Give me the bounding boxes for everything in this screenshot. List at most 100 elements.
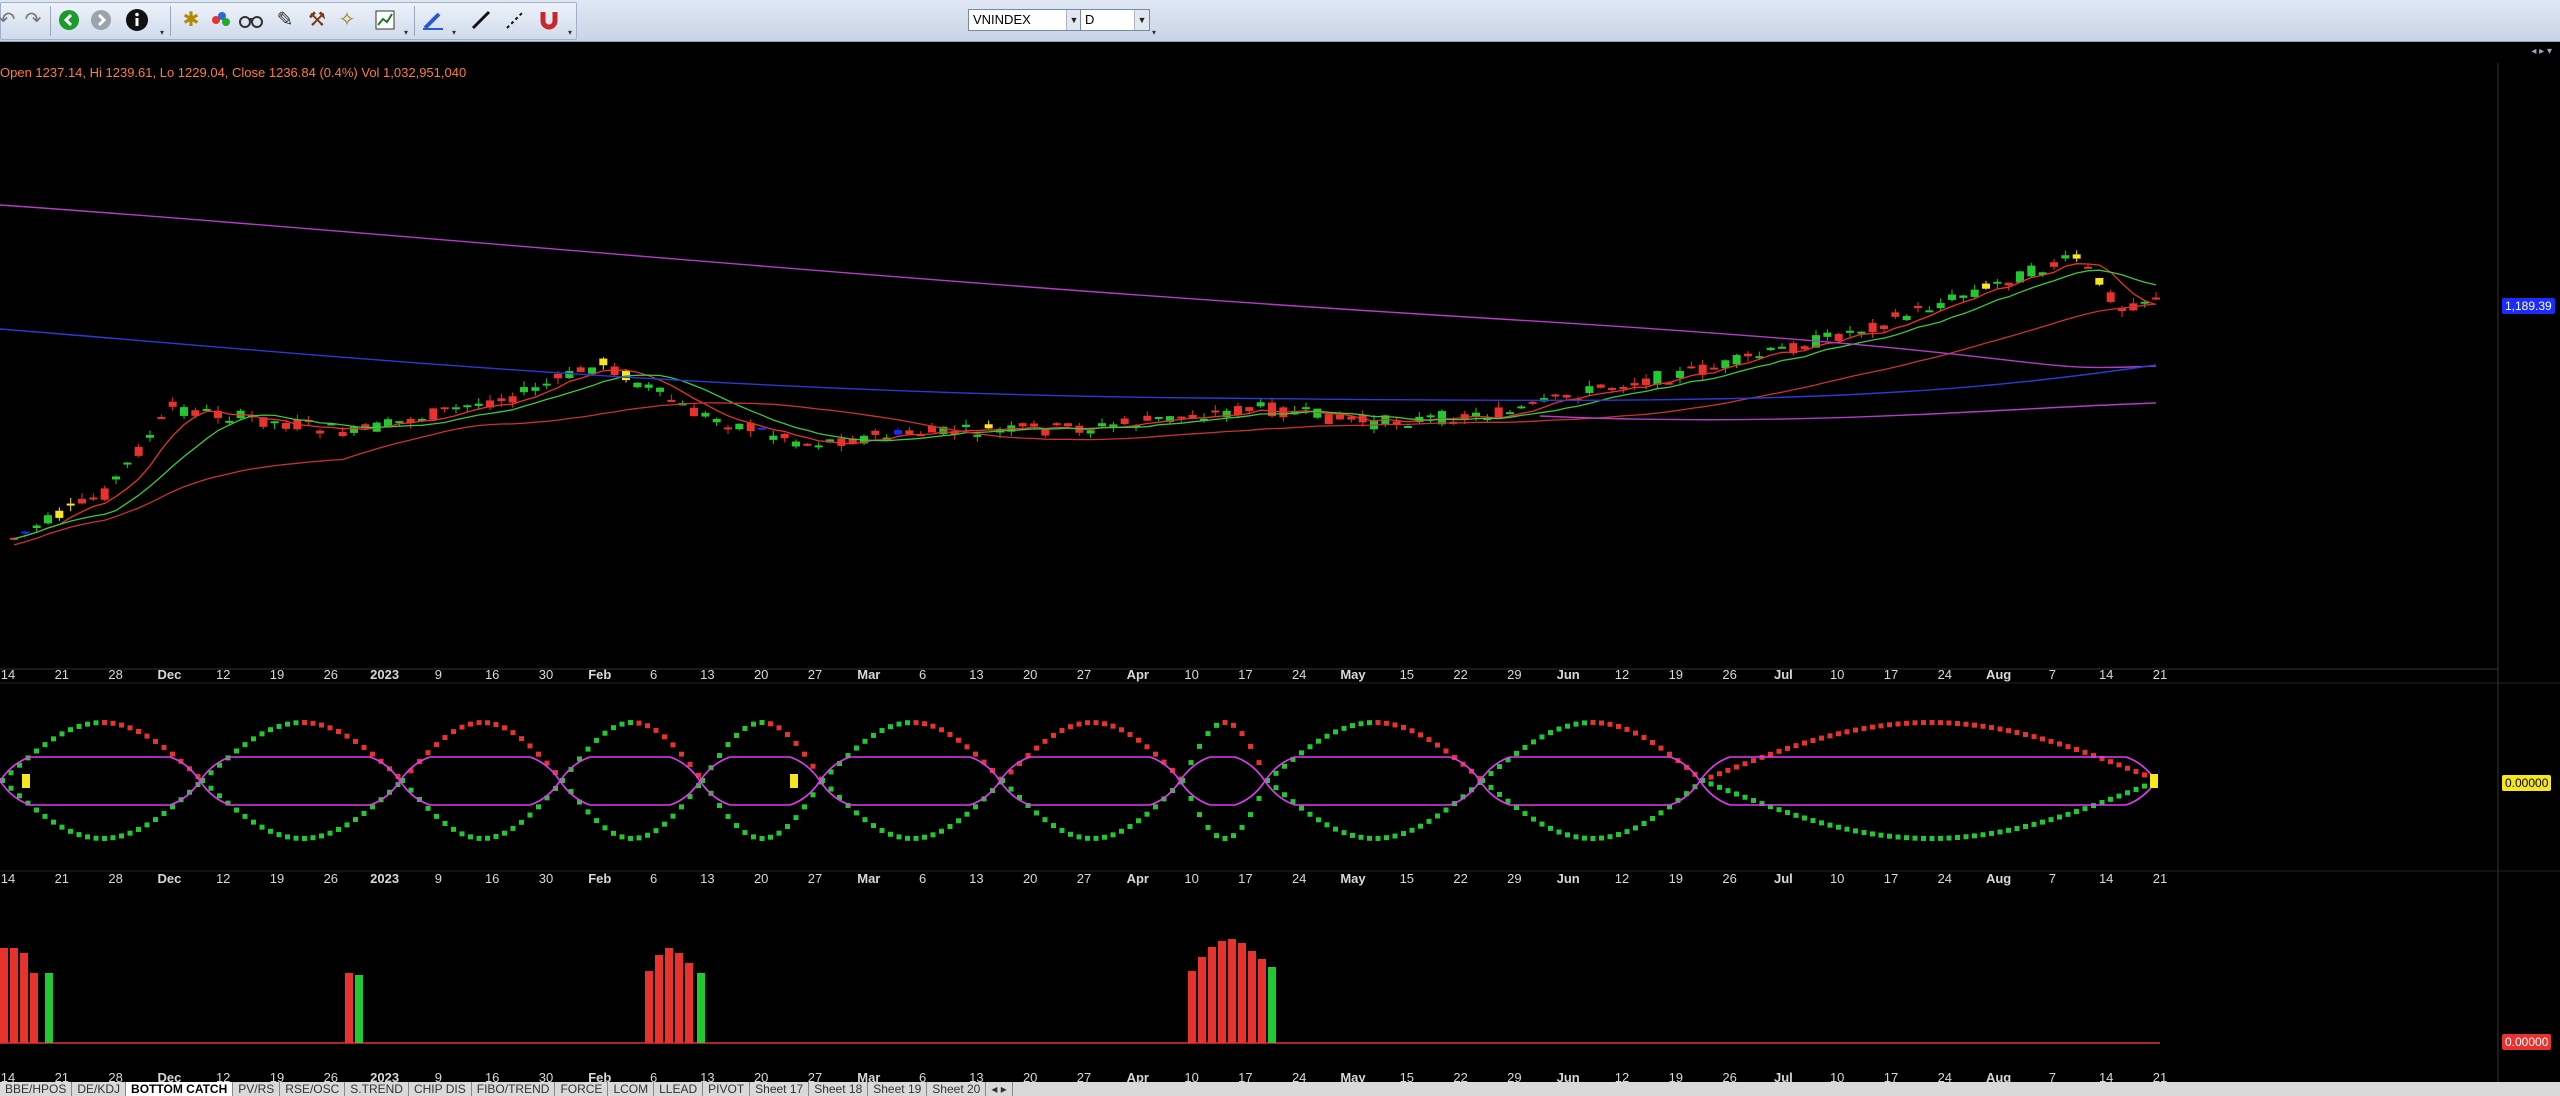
candle xyxy=(1868,322,1877,333)
chevron-down-icon[interactable]: ▼ xyxy=(1134,10,1149,30)
line-icon[interactable] xyxy=(468,7,494,33)
osc-dot-upper xyxy=(1658,745,1664,751)
osc-dot-upper xyxy=(611,725,616,731)
osc-dot-upper xyxy=(451,729,456,735)
candle xyxy=(712,418,721,423)
candle xyxy=(66,503,75,506)
osc-dot-lower xyxy=(793,815,799,821)
tab-de-kdj[interactable]: DE/KDJ xyxy=(72,1082,127,1096)
osc-dot-lower xyxy=(1972,833,1977,839)
candle xyxy=(1211,410,1220,413)
osc-dot-upper xyxy=(1650,740,1655,746)
tab-sheet-17[interactable]: Sheet 17 xyxy=(750,1082,810,1096)
tab-scroll-icon[interactable]: ◂ ▸ xyxy=(986,1082,1013,1096)
candle xyxy=(1732,355,1741,365)
osc-dot-lower xyxy=(2023,824,2028,830)
redo-icon[interactable]: ↷ xyxy=(20,7,46,33)
tab-bbe-hpos[interactable]: BBE/HPOS xyxy=(0,1082,73,1096)
osc-dot-lower xyxy=(451,826,456,832)
back-icon[interactable] xyxy=(56,7,82,33)
tab-force[interactable]: FORCE xyxy=(555,1082,609,1096)
osc-dot-lower xyxy=(2048,817,2054,823)
magnet-caret-icon[interactable]: ▾ xyxy=(568,28,572,37)
tab-s-trend[interactable]: S.TREND xyxy=(345,1082,409,1096)
osc-dot-upper xyxy=(1068,724,1073,730)
osc-dot-upper xyxy=(1531,739,1536,745)
tab-sheet-18[interactable]: Sheet 18 xyxy=(809,1082,869,1096)
osc-dot-upper xyxy=(310,720,316,726)
chart-icon[interactable] xyxy=(372,7,398,33)
osc-dot-lower xyxy=(434,813,439,819)
dash-icon[interactable] xyxy=(502,7,528,33)
osc-dot-lower xyxy=(1785,810,1790,816)
osc-dot-upper xyxy=(327,725,333,731)
candle xyxy=(429,408,438,420)
pen-icon[interactable] xyxy=(420,7,446,33)
osc-dot-upper xyxy=(725,742,731,748)
osc-dot-upper xyxy=(913,720,919,726)
tab-pivot[interactable]: PIVOT xyxy=(703,1082,751,1096)
candle xyxy=(701,412,710,417)
osc-dot-lower xyxy=(1590,835,1596,841)
osc-dot-upper xyxy=(34,748,39,754)
tab-pv-rs[interactable]: PV/RS xyxy=(233,1082,281,1096)
tab-bottom-catch[interactable]: BOTTOM CATCH xyxy=(126,1082,234,1096)
window-scroll-controls[interactable]: ◂ ▸ ▾ xyxy=(2531,46,2552,57)
period-caret-icon[interactable]: ▾ xyxy=(1152,28,1156,37)
chart-caret-icon[interactable]: ▾ xyxy=(404,28,408,37)
osc-dot-lower xyxy=(1076,834,1082,840)
tab-rse-osc[interactable]: RSE/OSC xyxy=(280,1082,346,1096)
osc-dot-lower xyxy=(1401,831,1406,837)
osc-dot-lower xyxy=(468,834,473,840)
hammer-icon[interactable]: ⚒ xyxy=(304,7,330,33)
candle xyxy=(1676,370,1684,379)
axis-tick-label: 22 xyxy=(1453,871,1467,886)
wand-icon[interactable]: ✧ xyxy=(334,7,360,33)
osc-band-upper xyxy=(0,756,2157,783)
osc-dot-lower xyxy=(1324,822,1330,828)
info-caret-icon[interactable]: ▾ xyxy=(160,28,164,37)
chevron-down-icon[interactable]: ▼ xyxy=(1066,10,1081,30)
tab-lcom[interactable]: LCOM xyxy=(608,1082,655,1096)
osc-dot-upper xyxy=(619,721,625,727)
osc-dot-lower xyxy=(1751,797,1756,803)
osc-dot-lower xyxy=(1989,830,1994,836)
chart-canvas[interactable]: 14 21 28 Dec 12 19 26 2023 9 16 30 Feb 6 13 20 27 Mar 6 13… xyxy=(0,63,2560,1085)
osc-dot-upper xyxy=(662,734,667,740)
tab-fibo-trend[interactable]: FIBO/TREND xyxy=(472,1082,556,1096)
ma-short-line xyxy=(13,269,2157,540)
magnet-icon[interactable] xyxy=(536,7,562,33)
osc-dot-upper xyxy=(1426,737,1432,743)
undo-icon[interactable]: ↶ xyxy=(0,7,20,33)
osc-dot-upper xyxy=(170,751,175,757)
forward-icon[interactable] xyxy=(88,7,114,33)
tab-sheet-19[interactable]: Sheet 19 xyxy=(868,1082,928,1096)
period-select[interactable]: D ▼ xyxy=(1080,9,1150,31)
osc-dot-lower xyxy=(68,828,73,834)
candle xyxy=(1052,423,1061,426)
tab-chip-dis[interactable]: CHIP DIS xyxy=(409,1082,472,1096)
tab-llead[interactable]: LLEAD xyxy=(654,1082,704,1096)
candle xyxy=(576,367,585,372)
osc-dot-lower xyxy=(1827,822,1833,828)
osc-dot-lower xyxy=(1119,828,1124,834)
candle xyxy=(1902,315,1911,321)
info-icon[interactable] xyxy=(124,7,150,33)
symbol-select[interactable]: VNINDEX ▼ xyxy=(968,9,1082,31)
candle xyxy=(984,424,993,429)
colors-icon[interactable] xyxy=(208,7,234,33)
edit-icon[interactable]: ✎ xyxy=(272,7,298,33)
osc-dot-upper xyxy=(947,731,953,737)
gear-icon[interactable]: ✱ xyxy=(178,7,204,33)
tab-sheet-20[interactable]: Sheet 20 xyxy=(927,1082,987,1096)
candle xyxy=(1086,430,1095,434)
osc-dot-upper xyxy=(536,751,541,757)
binoculars-icon[interactable] xyxy=(238,7,264,33)
osc-dot-upper xyxy=(964,744,970,750)
osc-dot-upper xyxy=(336,729,341,735)
pen-caret-icon[interactable]: ▾ xyxy=(452,28,456,37)
osc-dot-upper xyxy=(1059,728,1065,734)
osc-dot-upper xyxy=(1989,725,1994,731)
osc-dot-upper xyxy=(1887,722,1892,728)
osc-dot-lower xyxy=(1367,835,1372,841)
